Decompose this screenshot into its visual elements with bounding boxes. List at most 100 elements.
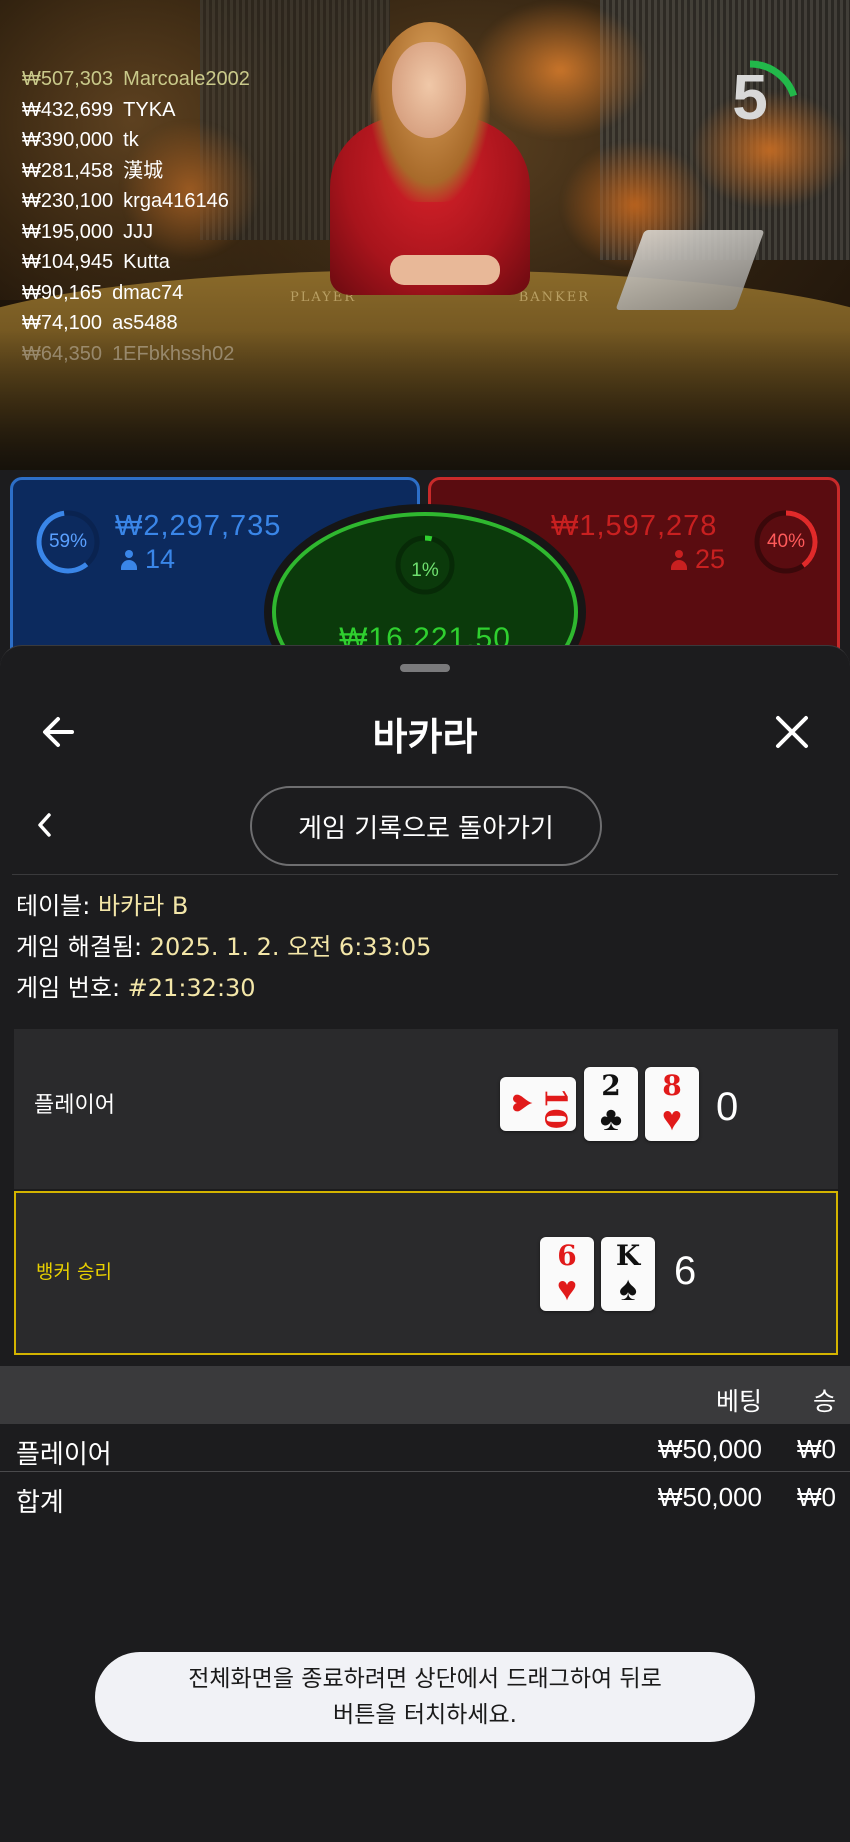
game-info-key: 테이블:: [16, 892, 98, 920]
winner-row: ₩230,100 krga416146: [22, 186, 250, 217]
playing-card: K ♠: [601, 1237, 655, 1311]
row-label: 플레이어: [16, 1439, 112, 1469]
winner-amount: ₩64,350: [22, 342, 103, 365]
playing-card: 8 ♥: [645, 1067, 699, 1141]
winner-amount: ₩281,458: [22, 159, 114, 182]
winner-amount: ₩432,699: [22, 98, 114, 121]
card-rank: 10: [537, 1087, 573, 1130]
game-info-value: 2025. 1. 2. 오전 6:33:05: [149, 933, 432, 961]
winner-amount: ₩507,303: [22, 68, 114, 90]
felt-banker-label: BANKER: [518, 290, 590, 305]
total-win: ₩0: [797, 1482, 836, 1512]
playing-card: 10 ♥: [500, 1077, 576, 1131]
player-hand-label: 플레이어: [34, 1093, 115, 1118]
card-suit-icon: ♣: [599, 1100, 623, 1138]
game-info-line: 테이블: 바카라 B: [16, 886, 431, 927]
close-button[interactable]: [770, 710, 814, 754]
game-info-value: 바카라 B: [97, 892, 189, 920]
fullscreen-exit-toast: 전체화면을 종료하려면 상단에서 드래그하여 뒤로 버튼을 터치하세요.: [95, 1652, 755, 1742]
winner-name: 漢城: [123, 159, 164, 182]
card-rank: 6: [557, 1239, 577, 1272]
winner-name: dmac74: [112, 281, 184, 304]
player-hand-row: 플레이어 10 ♥ 2 ♣ 8 ♥ 0: [14, 1029, 838, 1189]
winner-row: ₩432,699 TYKA: [22, 95, 250, 126]
total-bet: ₩50,000: [657, 1482, 762, 1512]
toast-line-2: 버튼을 터치하세요.: [333, 1702, 517, 1728]
winner-amount: ₩390,000: [22, 129, 114, 151]
previous-game-button[interactable]: [30, 805, 60, 845]
game-info-key: 게임 해결됨:: [16, 933, 150, 961]
playing-card: 2 ♣: [584, 1067, 638, 1141]
game-info-line: 게임 번호: #21:32:30: [16, 968, 431, 1009]
winner-name: TYKA: [123, 98, 176, 121]
winner-row: ₩195,000 JJJ: [22, 217, 250, 248]
row-win: ₩0: [797, 1434, 836, 1464]
winner-name: tk: [123, 129, 139, 151]
banker-hand-row: 뱅커 승리 6 ♥ K ♠ 6: [14, 1191, 838, 1355]
winner-row: ₩507,303 Marcoale2002: [22, 64, 250, 95]
bet-summary-table: 베팅 승 플레이어 ₩50,000 ₩0 합계 ₩50,000 ₩0: [0, 1366, 850, 1520]
total-label: 합계: [16, 1487, 64, 1517]
back-to-history-button[interactable]: 게임 기록으로 돌아가기: [250, 786, 602, 866]
player-percent: 59%: [48, 531, 88, 552]
winner-row: ₩104,945 Kutta: [22, 247, 250, 278]
sheet-header: 바카라: [0, 686, 850, 776]
playing-card: 6 ♥: [540, 1237, 594, 1311]
banker-percent: 40%: [766, 531, 806, 552]
winner-name: Kutta: [123, 251, 170, 273]
table-row: 플레이어 ₩50,000 ₩0: [0, 1424, 850, 1472]
row-bet: ₩50,000: [657, 1434, 762, 1464]
banker-percent-ring: 40%: [753, 509, 819, 575]
header-win: 승: [812, 1388, 836, 1416]
player-bet-amount: ₩2,297,735: [115, 510, 282, 542]
card-suit-icon: ♥: [661, 1100, 683, 1138]
banker-score: 6: [674, 1249, 697, 1293]
winner-name: JJJ: [123, 220, 154, 243]
card-suit-icon: ♠: [618, 1270, 638, 1308]
banker-bet-amount: ₩1,597,278: [551, 510, 718, 542]
countdown-timer: 5: [700, 30, 820, 150]
banker-bettor-count: 25: [671, 544, 725, 575]
winner-row: ₩390,000 tk: [22, 125, 250, 156]
game-info: 테이블: 바카라 B 게임 해결됨: 2025. 1. 2. 오전 6:33:05…: [16, 886, 431, 1009]
player-count-value: 14: [145, 544, 176, 574]
player-score: 0: [716, 1085, 739, 1129]
tie-percent: 1%: [411, 560, 439, 581]
header-bet: 베팅: [715, 1388, 762, 1416]
winner-name: as5488: [112, 312, 178, 334]
banker-win-label: 뱅커 승리: [36, 1261, 112, 1283]
person-icon: [121, 549, 137, 570]
game-history-sheet: 바카라 게임 기록으로 돌아가기 테이블: 바카라 B 게임 해결됨: 2025.…: [0, 645, 850, 1842]
winner-row: ₩281,458 漢城: [22, 156, 250, 187]
winner-name: krga416146: [123, 190, 229, 212]
winner-amount: ₩195,000: [22, 220, 114, 243]
winner-row: ₩74,100 as5488: [22, 308, 250, 339]
winner-name: Marcoale2002: [123, 68, 250, 90]
player-percent-ring: 59%: [35, 509, 101, 575]
divider: [12, 874, 838, 875]
game-info-value: #21:32:30: [127, 974, 256, 1002]
chevron-left-icon: [38, 813, 51, 837]
game-info-key: 게임 번호:: [16, 974, 128, 1002]
player-bettor-count: 14: [121, 544, 175, 575]
winner-row: ₩64,350 1EFbkhssh02: [22, 339, 250, 370]
table-header: 베팅 승: [0, 1366, 850, 1424]
card-suit-icon: ♥: [502, 1092, 540, 1114]
countdown-value: 5: [732, 61, 768, 133]
winner-amount: ₩90,165: [22, 281, 103, 304]
card-rank: 8: [662, 1069, 682, 1102]
winner-row: ₩90,165 dmac74: [22, 278, 250, 309]
winner-amount: ₩74,100: [22, 312, 103, 334]
drag-handle[interactable]: [400, 664, 450, 672]
person-icon: [671, 549, 687, 570]
winner-amount: ₩230,100: [22, 190, 114, 212]
game-info-line: 게임 해결됨: 2025. 1. 2. 오전 6:33:05: [16, 927, 431, 968]
card-suit-icon: ♥: [556, 1270, 578, 1308]
table-total-row: 합계 ₩50,000 ₩0: [0, 1472, 850, 1520]
winner-amount: ₩104,945: [22, 251, 114, 273]
history-nav-row: 게임 기록으로 돌아가기: [0, 781, 850, 871]
close-icon: [776, 716, 808, 748]
winners-list: ₩507,303 Marcoale2002 ₩432,699 TYKA ₩390,000…: [22, 64, 250, 369]
winner-name: 1EFbkhssh02: [112, 342, 235, 365]
banker-count-value: 25: [695, 544, 726, 574]
